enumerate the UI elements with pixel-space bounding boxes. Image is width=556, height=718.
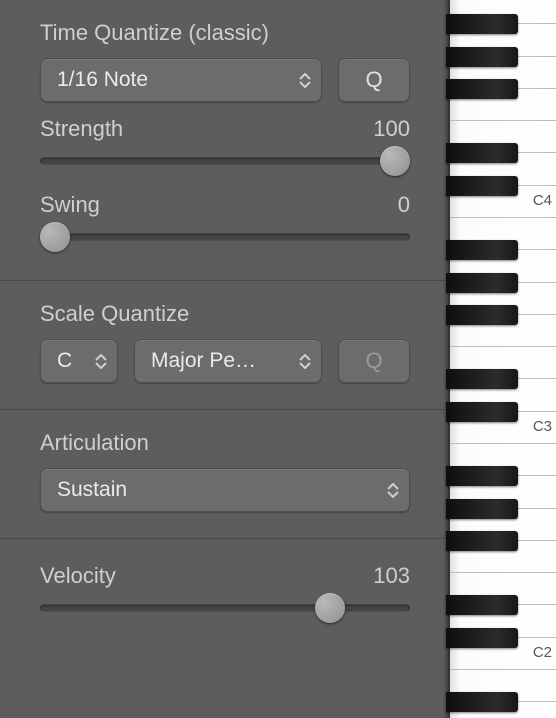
velocity-slider[interactable] [40,591,410,625]
piano-black-key[interactable] [446,273,518,293]
octave-label: C3 [533,418,552,435]
piano-black-key[interactable] [446,595,518,615]
velocity-label: Velocity [40,563,116,589]
piano-black-key[interactable] [446,143,518,163]
scale-quantize-button[interactable]: Q [338,339,410,383]
articulation-popup[interactable]: Sustain [40,468,410,512]
scale-root-value: C [57,349,72,373]
scale-quantize-title: Scale Quantize [40,301,410,327]
time-quantize-value: 1/16 Note [57,68,148,92]
piano-black-key[interactable] [446,47,518,67]
piano-black-key[interactable] [446,240,518,260]
velocity-value: 103 [373,563,410,589]
scale-type-value: Major Pe… [151,349,256,373]
inspector-panel: Time Quantize (classic) 1/16 Note Q Stre… [0,0,450,718]
piano-black-key[interactable] [446,176,518,196]
strength-label: Strength [40,116,123,142]
piano-black-key[interactable] [446,305,518,325]
chevron-updown-icon [95,354,107,369]
piano-black-key[interactable] [446,499,518,519]
swing-slider[interactable] [40,220,410,254]
swing-label: Swing [40,192,100,218]
swing-slider-thumb[interactable] [40,222,70,252]
strength-slider-thumb[interactable] [380,146,410,176]
strength-slider[interactable] [40,144,410,178]
chevron-updown-icon [299,73,311,88]
scale-quantize-section: Scale Quantize C Major Pe… [0,281,450,410]
piano-black-key[interactable] [446,531,518,551]
piano-black-key[interactable] [446,466,518,486]
scale-root-popup[interactable]: C [40,339,118,383]
piano-black-key[interactable] [446,628,518,648]
piano-black-key[interactable] [446,692,518,712]
articulation-value: Sustain [57,478,127,502]
piano-black-key[interactable] [446,402,518,422]
swing-value: 0 [398,192,410,218]
articulation-title: Articulation [40,430,410,456]
articulation-section: Articulation Sustain [0,410,450,539]
octave-label: C2 [533,644,552,661]
time-quantize-popup[interactable]: 1/16 Note [40,58,322,102]
velocity-slider-thumb[interactable] [315,593,345,623]
chevron-updown-icon [299,354,311,369]
piano-black-key[interactable] [446,369,518,389]
strength-value: 100 [373,116,410,142]
velocity-section: Velocity 103 [0,539,450,651]
time-quantize-section: Time Quantize (classic) 1/16 Note Q Stre… [0,0,450,281]
octave-label: C4 [533,192,552,209]
quantize-button[interactable]: Q [338,58,410,102]
time-quantize-title: Time Quantize (classic) [40,20,410,46]
piano-black-key[interactable] [446,14,518,34]
piano-black-key[interactable] [446,79,518,99]
chevron-updown-icon [387,483,399,498]
piano-keyboard[interactable]: C4 C3 C2 [450,0,556,718]
scale-type-popup[interactable]: Major Pe… [134,339,322,383]
